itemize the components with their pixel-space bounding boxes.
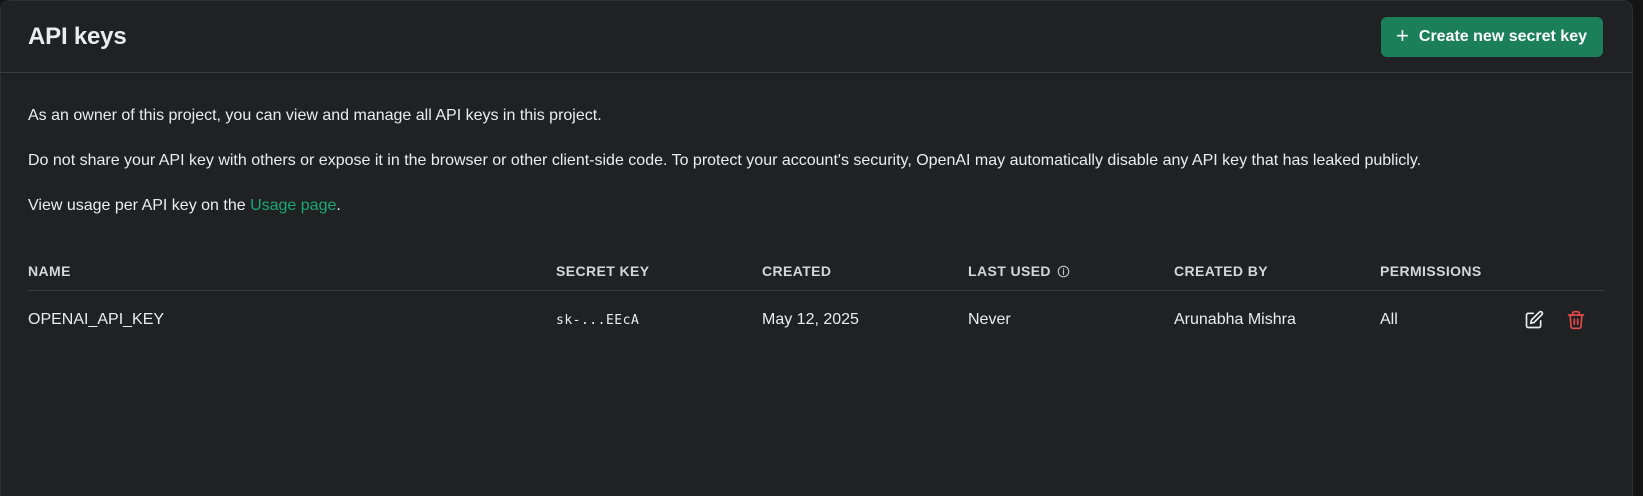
info-icon[interactable]: [1057, 265, 1070, 278]
create-button-label: Create new secret key: [1418, 27, 1587, 45]
api-keys-table: NAME SECRET KEY CREATED LAST USED CREATE…: [28, 252, 1604, 349]
page-header: API keys + Create new secret key: [1, 1, 1632, 73]
row-actions: [1522, 308, 1588, 332]
column-header-created-by: CREATED BY: [1174, 263, 1268, 279]
usage-info-suffix: .: [336, 197, 341, 214]
table-header: NAME SECRET KEY CREATED LAST USED CREATE…: [28, 252, 1604, 291]
edit-key-button[interactable]: [1522, 308, 1546, 332]
column-header-created: CREATED: [762, 263, 832, 279]
created-by-value: Arunabha Mishra: [1174, 311, 1296, 328]
column-header-secret-key: SECRET KEY: [556, 263, 650, 279]
usage-info-prefix: View usage per API key on the: [28, 197, 251, 214]
create-new-secret-key-button[interactable]: + Create new secret key: [1381, 16, 1603, 57]
plus-icon: +: [1396, 22, 1409, 48]
page-content: As an owner of this project, you can vie…: [1, 106, 1632, 349]
edit-icon: [1525, 310, 1544, 329]
usage-page-link[interactable]: Usage page: [250, 197, 336, 214]
column-header-last-used-label: LAST USED: [968, 263, 1051, 279]
secret-key-value: sk-...EEcA: [556, 312, 640, 328]
created-date: May 12, 2025: [762, 311, 859, 328]
key-name: OPENAI_API_KEY: [28, 311, 165, 328]
last-used-value: Never: [968, 311, 1011, 328]
usage-info-text: View usage per API key on the Usage page…: [28, 196, 1603, 216]
delete-key-button[interactable]: [1564, 308, 1588, 332]
table-row: OPENAI_API_KEY sk-...EEcA May 12, 2025 N…: [28, 291, 1604, 349]
owner-info-text: As an owner of this project, you can vie…: [28, 107, 602, 124]
column-header-last-used: LAST USED: [968, 263, 1174, 279]
column-header-name: NAME: [28, 263, 71, 279]
permissions-value: All: [1380, 311, 1398, 328]
window-edge: [1633, 0, 1643, 496]
security-warning-text: Do not share your API key with others or…: [28, 152, 1422, 169]
page-title: API keys: [28, 22, 127, 50]
api-keys-panel: API keys + Create new secret key As an o…: [0, 0, 1633, 496]
trash-icon: [1567, 310, 1585, 330]
column-header-permissions: PERMISSIONS: [1380, 263, 1482, 279]
